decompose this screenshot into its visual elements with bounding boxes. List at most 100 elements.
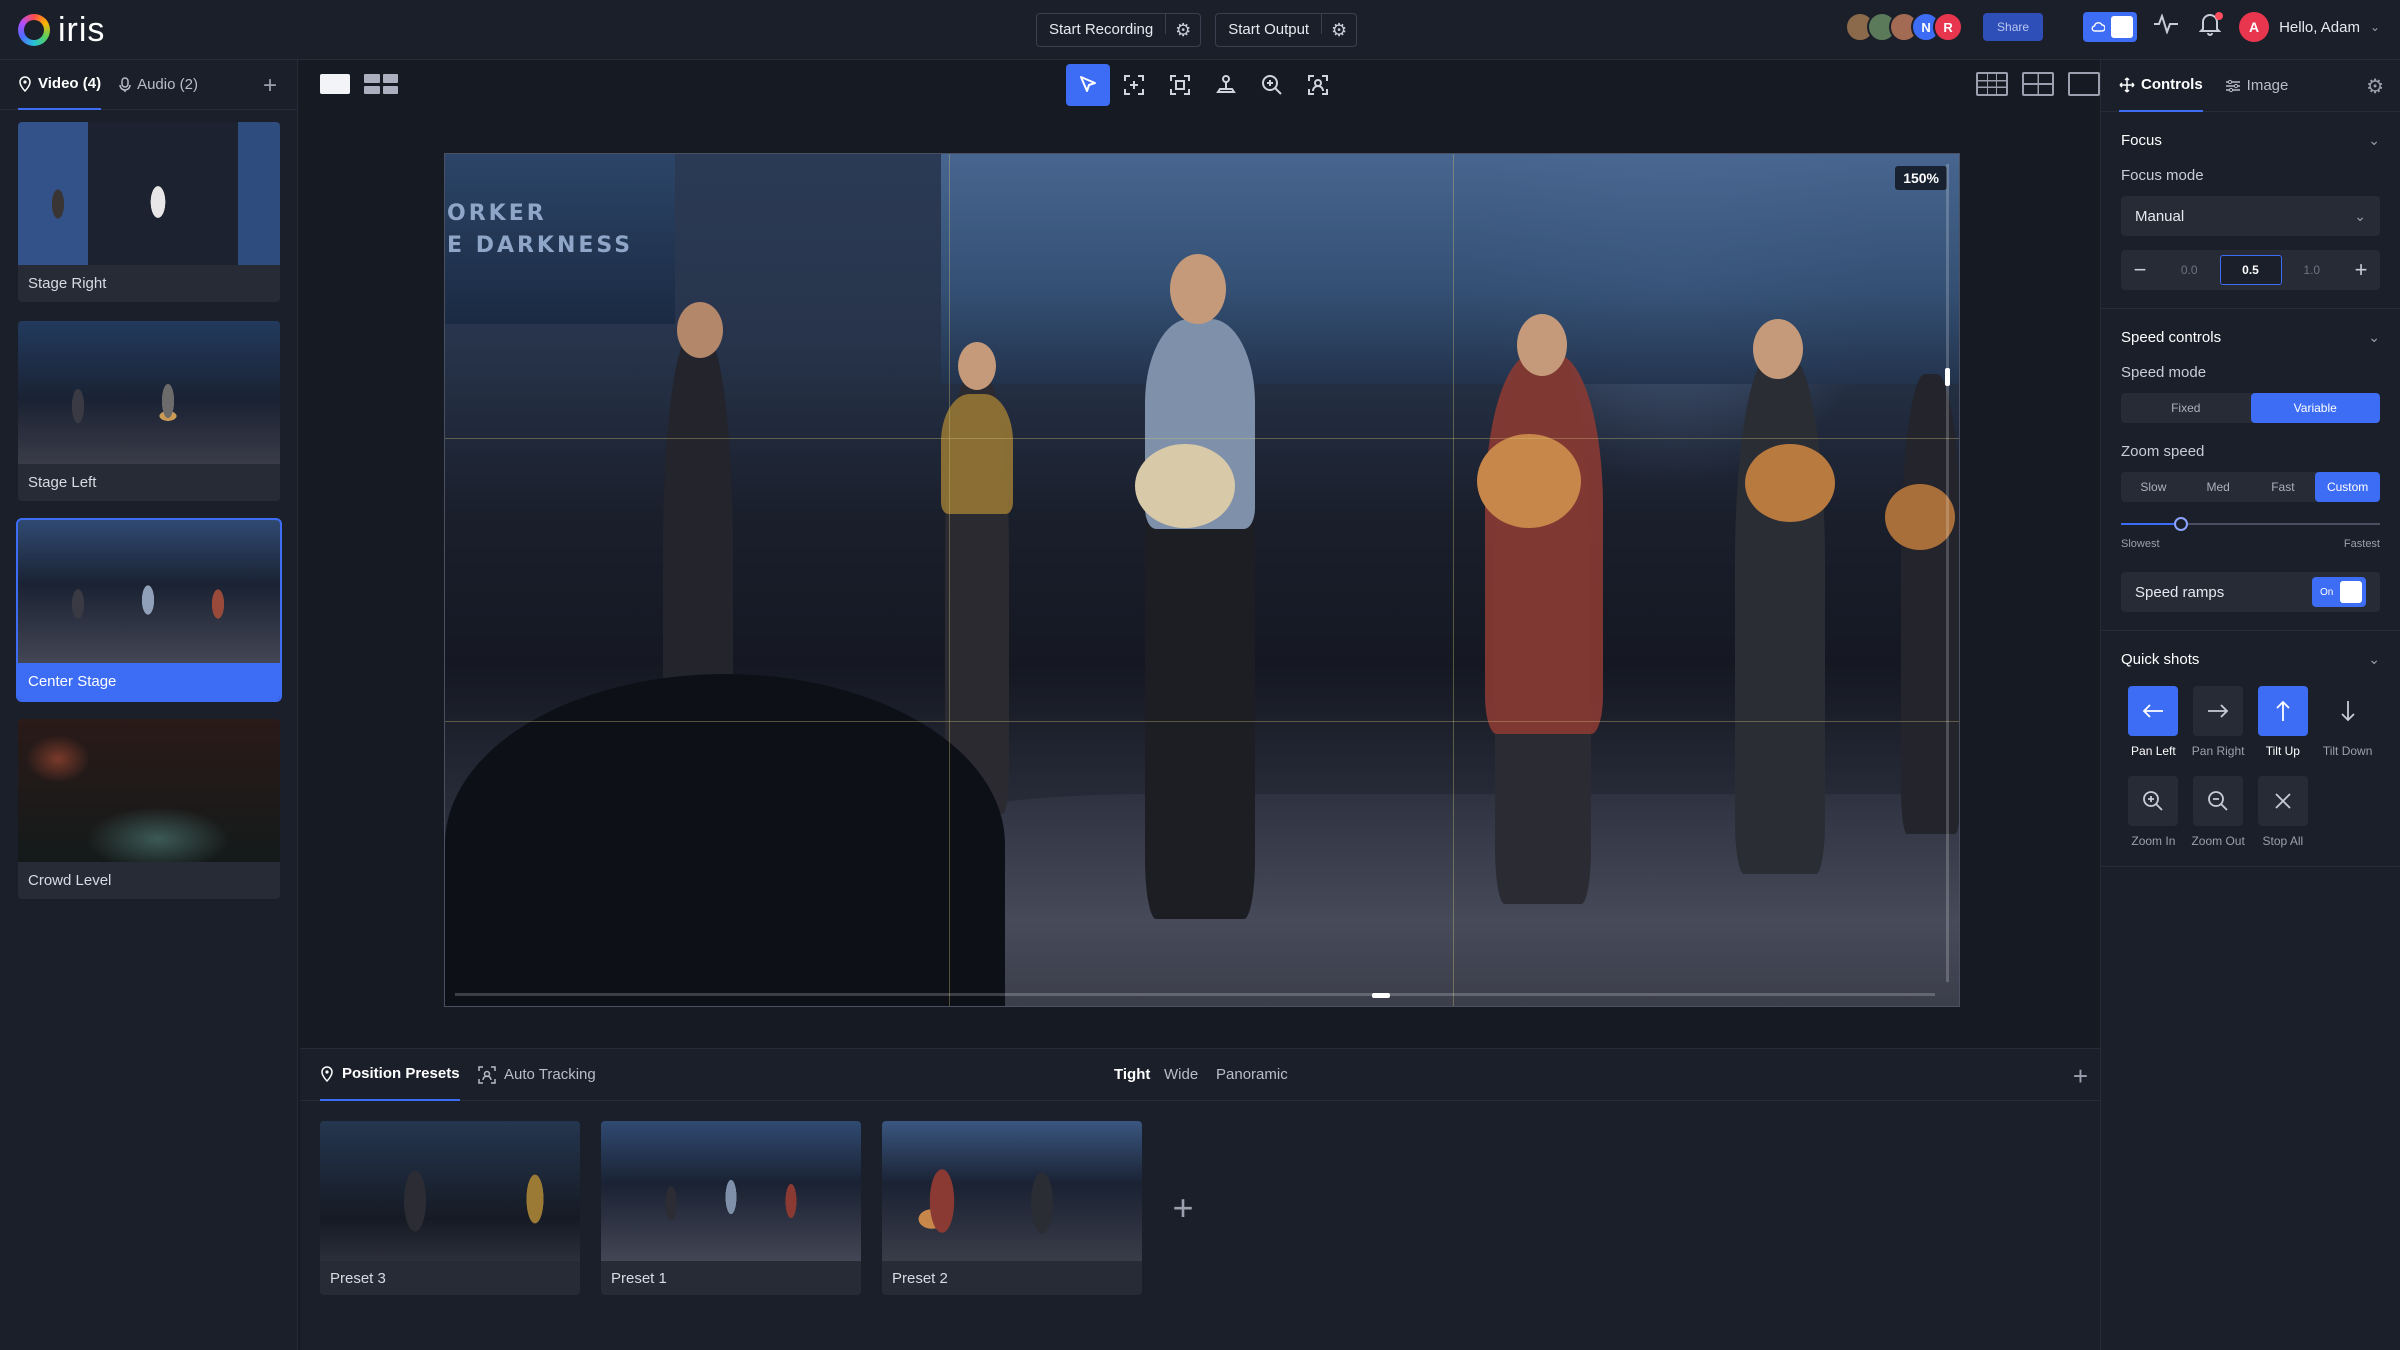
preset-card[interactable]: Preset 1 <box>601 1121 861 1295</box>
joystick-icon[interactable] <box>1204 64 1248 106</box>
single-view-icon[interactable] <box>320 74 350 94</box>
focus-value-input[interactable]: 0.5 <box>2219 255 2282 285</box>
frame-add-icon[interactable] <box>1112 64 1156 106</box>
speed-header[interactable]: Speed controls ⌄ <box>2121 329 2380 346</box>
zoom-icon[interactable] <box>1250 64 1294 106</box>
vertical-tilt-handle[interactable] <box>1945 368 1950 386</box>
no-grid-icon[interactable] <box>2068 72 2100 96</box>
camera-list: Stage Right Stage Left Center Stage Crow… <box>0 110 297 899</box>
cloud-toggle[interactable] <box>2083 12 2138 42</box>
camera-tools <box>1066 64 1340 106</box>
tab-auto-tracking[interactable]: Auto Tracking <box>478 1049 596 1101</box>
collaborator-avatars[interactable]: N R <box>1845 12 1964 42</box>
quick-shot-stop-all[interactable]: Stop All <box>2251 776 2316 848</box>
performer-head <box>1753 319 1803 379</box>
performer-head <box>958 342 996 390</box>
grid-2x2-icon[interactable] <box>2022 72 2054 96</box>
live-camera-feed[interactable]: ORKER E DARKNESS <box>445 154 1959 1006</box>
camera-name: Crowd Level <box>28 872 112 889</box>
slider-labels: Slowest Fastest <box>2121 538 2380 550</box>
app-name: iris <box>58 11 106 49</box>
app-logo[interactable]: iris <box>18 11 106 49</box>
arrow-down-icon <box>2323 686 2373 736</box>
zoom-in-icon <box>2128 776 2179 826</box>
filter-wide[interactable]: Wide <box>1164 1049 1198 1101</box>
tab-video[interactable]: Video (4) <box>18 60 102 110</box>
speed-mode-fixed[interactable]: Fixed <box>2121 393 2251 423</box>
horizontal-pan-track[interactable] <box>455 993 1935 996</box>
recording-settings-icon[interactable]: ⚙ <box>1166 14 1200 46</box>
performer-head <box>1170 254 1226 324</box>
tab-video-label: Video (4) <box>38 75 102 92</box>
start-output-button[interactable]: Start Output <box>1216 14 1323 38</box>
share-button[interactable]: Share <box>1983 13 2044 41</box>
quick-shots-title: Quick shots <box>2121 651 2200 668</box>
camera-card-stage-right[interactable]: Stage Right <box>18 122 280 302</box>
quick-shot-label: Tilt Down <box>2322 744 2373 758</box>
cloud-icon <box>2091 22 2106 32</box>
preset-card[interactable]: Preset 3 <box>320 1121 580 1295</box>
output-settings-icon[interactable]: ⚙ <box>1322 14 1356 46</box>
horizontal-pan-handle[interactable] <box>1372 993 1390 998</box>
face-tracking-icon[interactable] <box>1296 64 1340 106</box>
tab-audio[interactable]: Audio (2) <box>119 60 198 110</box>
quick-shot-tilt-down[interactable]: Tilt Down <box>2315 686 2380 758</box>
quick-shot-zoom-out[interactable]: Zoom Out <box>2186 776 2251 848</box>
camera-name: Stage Right <box>28 275 107 292</box>
add-preset-icon[interactable]: + <box>1163 1121 1203 1295</box>
tab-position-presets[interactable]: Position Presets <box>320 1049 460 1101</box>
performer <box>1901 374 1959 834</box>
camera-card-center-stage[interactable]: Center Stage <box>16 518 282 702</box>
tab-image[interactable]: Image <box>2225 60 2288 112</box>
quick-shot-zoom-in[interactable]: Zoom In <box>2121 776 2186 848</box>
user-menu[interactable]: A Hello, Adam ⌄ <box>2239 12 2380 42</box>
tab-position-presets-label: Position Presets <box>342 1065 460 1082</box>
performer-head <box>1517 314 1567 376</box>
camera-card-crowd-level[interactable]: Crowd Level <box>18 719 280 899</box>
focus-header[interactable]: Focus ⌄ <box>2121 132 2380 149</box>
activity-icon[interactable] <box>2151 12 2181 40</box>
panel-settings-icon[interactable]: ⚙ <box>2366 74 2384 99</box>
focus-increase-button[interactable]: + <box>2342 257 2380 283</box>
zoom-speed-slider[interactable] <box>2121 516 2380 532</box>
zoom-speed-slow[interactable]: Slow <box>2121 472 2186 502</box>
start-recording-button[interactable]: Start Recording <box>1037 14 1167 38</box>
chevron-down-icon: ⌄ <box>2368 132 2380 148</box>
crop-frame-icon[interactable] <box>1158 64 1202 106</box>
logo-mark <box>18 14 50 46</box>
zoom-speed-fast[interactable]: Fast <box>2251 472 2316 502</box>
preset-card[interactable]: Preset 2 <box>882 1121 1142 1295</box>
zoom-speed-custom[interactable]: Custom <box>2315 472 2380 502</box>
avatar[interactable]: R <box>1933 12 1964 42</box>
speed-ramps-toggle[interactable]: On <box>2312 577 2366 607</box>
focus-mode-select[interactable]: Manual ⌄ <box>2121 196 2380 236</box>
quick-shot-pan-left[interactable]: Pan Left <box>2121 686 2186 758</box>
filter-panoramic[interactable]: Panoramic <box>1216 1049 1288 1101</box>
top-bar: iris Start Recording ⚙ Start Output ⚙ N … <box>0 0 2400 60</box>
camera-card-stage-left[interactable]: Stage Left <box>18 321 280 501</box>
slider-handle[interactable] <box>2173 517 2188 531</box>
filter-tight[interactable]: Tight <box>1114 1049 1150 1101</box>
split-view-icon[interactable] <box>364 74 398 94</box>
focus-value-min: 0.0 <box>2180 263 2198 277</box>
tab-controls-label: Controls <box>2141 76 2203 93</box>
speed-mode-label: Speed mode <box>2121 364 2207 381</box>
notifications-bell-icon[interactable] <box>2195 12 2225 42</box>
add-preset-group-icon[interactable]: + <box>2073 1061 2088 1092</box>
vertical-tilt-track[interactable] <box>1946 164 1949 982</box>
add-source-icon[interactable]: + <box>263 72 277 100</box>
quick-shots-header[interactable]: Quick shots ⌄ <box>2121 651 2380 668</box>
zoom-speed-med[interactable]: Med <box>2186 472 2251 502</box>
focus-decrease-button[interactable]: − <box>2121 257 2159 283</box>
guitar <box>1135 444 1235 528</box>
camera-viewer[interactable]: ORKER E DARKNESS 150% <box>444 153 1960 1007</box>
quick-shot-tilt-up[interactable]: Tilt Up <box>2251 686 2316 758</box>
notification-dot <box>2215 12 2224 20</box>
tab-controls[interactable]: Controls <box>2119 60 2203 112</box>
quick-shot-pan-right[interactable]: Pan Right <box>2186 686 2251 758</box>
grid-3x3-icon[interactable] <box>1976 72 2008 96</box>
chevron-down-icon: ⌄ <box>2354 207 2366 224</box>
select-cursor-icon[interactable] <box>1066 64 1110 106</box>
tab-auto-tracking-label: Auto Tracking <box>504 1066 596 1083</box>
speed-mode-variable[interactable]: Variable <box>2250 393 2380 423</box>
